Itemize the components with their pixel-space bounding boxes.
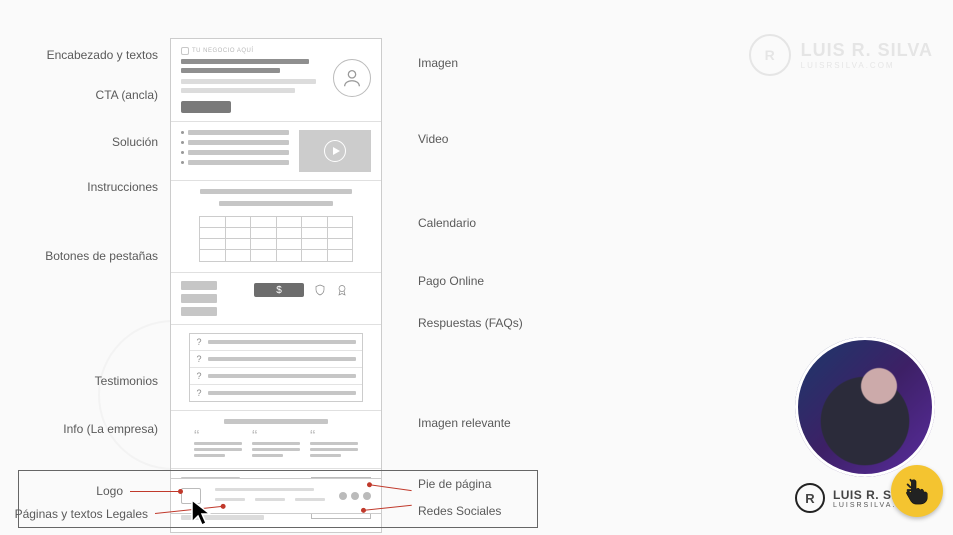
label-testimonials: Testimonios	[95, 374, 158, 388]
watermark-top-right: R LUIS R. SILVA LUISRSILVA.COM	[749, 34, 933, 76]
social-dot-icon	[351, 492, 359, 500]
faq-row: ?	[190, 334, 362, 351]
social-dot-icon	[363, 492, 371, 500]
faq-row: ?	[190, 351, 362, 368]
label-solution: Solución	[112, 135, 158, 149]
watermark-site: LUISRSILVA.COM	[801, 61, 933, 70]
label-calendar: Calendario	[418, 216, 476, 230]
presenter-avatar	[795, 337, 935, 477]
wire-header-textblock	[181, 59, 323, 113]
label-instructions: Instrucciones	[87, 180, 158, 194]
wire-header-brand: TU NEGOCIO AQUÍ	[181, 47, 371, 55]
faq-row: ?	[190, 385, 362, 401]
wire-tab-buttons	[181, 281, 217, 316]
calendar-placeholder	[199, 216, 353, 262]
brand-initial-icon: R	[795, 483, 825, 513]
label-cta: CTA (ancla)	[96, 88, 158, 102]
pay-button: $	[254, 283, 304, 297]
play-icon	[324, 140, 346, 162]
wire-solution-section	[171, 122, 381, 181]
pointer-hand-icon[interactable]	[891, 465, 943, 517]
label-video: Video	[418, 132, 448, 146]
footer-links-placeholder	[215, 488, 325, 505]
footer-logo-placeholder	[181, 488, 201, 504]
social-dot-icon	[339, 492, 347, 500]
wire-testimonials-section: “ “ “	[171, 411, 381, 469]
wire-bullet-list	[181, 130, 289, 172]
leader-line	[130, 491, 182, 492]
award-icon	[336, 284, 348, 296]
label-image-rel: Imagen relevante	[418, 416, 511, 430]
testimonial-item: “	[252, 432, 300, 460]
testimonial-item: “	[310, 432, 358, 460]
wire-cta-button	[181, 101, 231, 113]
avatar-icon	[333, 59, 371, 97]
wire-payment-section: $	[171, 273, 381, 325]
shield-icon	[314, 284, 326, 296]
testimonial-item: “	[194, 432, 242, 460]
video-placeholder	[299, 130, 371, 172]
wire-faq-section: ? ? ? ?	[171, 325, 381, 411]
label-header: Encabezado y textos	[47, 48, 158, 62]
landing-page-wireframe: TU NEGOCIO AQUÍ	[170, 38, 382, 533]
label-faqs: Respuestas (FAQs)	[418, 316, 523, 330]
label-company: Info (La empresa)	[63, 422, 158, 436]
footer-label-social: Redes Sociales	[418, 504, 501, 518]
footer-social-placeholder	[339, 492, 371, 500]
label-image: Imagen	[418, 56, 458, 70]
label-payment: Pago Online	[418, 274, 484, 288]
wire-instructions-section	[171, 181, 381, 273]
footer-label-footer: Pie de página	[418, 477, 491, 491]
wire-header-section: TU NEGOCIO AQUÍ	[171, 39, 381, 122]
faq-row: ?	[190, 368, 362, 385]
label-tabs: Botones de pestañas	[45, 249, 158, 263]
watermark-name: LUIS R. SILVA	[801, 40, 933, 61]
footer-label-logo: Logo	[96, 484, 123, 498]
footer-label-legal: Páginas y textos Legales	[15, 507, 148, 521]
watermark-initial: R	[749, 34, 791, 76]
